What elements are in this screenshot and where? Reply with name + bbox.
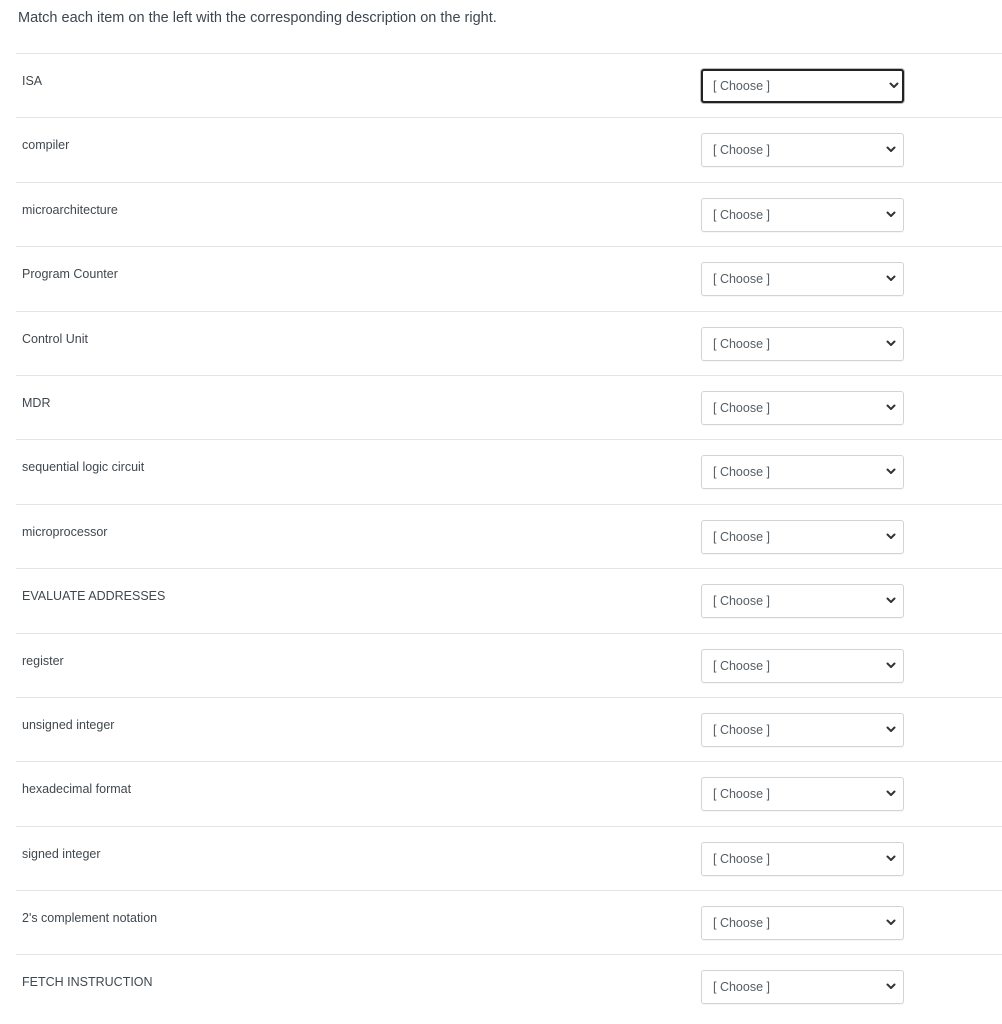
match-row: microprocessor [ Choose ]	[16, 503, 1002, 568]
select-value: [ Choose ]	[713, 594, 770, 609]
answer-select[interactable]: [ Choose ]	[701, 455, 904, 490]
select-value: [ Choose ]	[713, 658, 770, 673]
match-row: unsigned integer [ Choose ]	[16, 696, 1002, 761]
chevron-down-icon	[886, 790, 896, 797]
match-row: EVALUATE ADDRESSES [ Choose ]	[16, 568, 1002, 632]
select-value: [ Choose ]	[713, 400, 770, 415]
match-item-label: EVALUATE ADDRESSES	[22, 589, 166, 604]
question-instructions: Match each item on the left with the cor…	[18, 10, 497, 26]
select-value: [ Choose ]	[713, 79, 770, 93]
match-row: FETCH INSTRUCTION [ Choose ]	[16, 954, 1002, 1018]
match-row: Control Unit [ Choose ]	[16, 310, 1002, 375]
answer-select[interactable]: [ Choose ]	[701, 519, 904, 554]
answer-select[interactable]: [ Choose ]	[701, 712, 904, 747]
match-item-label: signed integer	[22, 846, 101, 861]
match-row: Program Counter [ Choose ]	[16, 246, 1002, 310]
match-item-label: compiler	[22, 138, 70, 153]
answer-select[interactable]: [ Choose ]	[701, 326, 904, 361]
match-item-label: sequential logic circuit	[22, 460, 145, 475]
answer-select[interactable]: [ Choose ]	[701, 906, 904, 941]
chevron-down-icon	[886, 533, 896, 539]
match-item-label: microprocessor	[22, 524, 108, 539]
chevron-down-icon	[886, 983, 896, 990]
matching-list: ISA[ Choose ] compiler[ Choose ] microarch…	[16, 53, 1002, 1019]
match-item-label: 2's complement notation	[22, 911, 158, 926]
answer-select[interactable]: [ Choose ]	[701, 970, 904, 1005]
match-item-label: Control Unit	[22, 331, 88, 346]
chevron-down-icon	[886, 726, 896, 732]
match-item-label: unsigned integer	[22, 717, 115, 732]
select-value: [ Choose ]	[713, 851, 770, 866]
answer-select[interactable]: [ Choose ]	[701, 133, 904, 168]
answer-select[interactable]: [ Choose ]	[701, 584, 904, 619]
chevron-down-icon	[886, 146, 896, 153]
match-row: MDR [ Choose ]	[16, 374, 1002, 439]
match-item-label: hexadecimal format	[22, 782, 132, 797]
answer-select[interactable]: [ Choose ]	[701, 390, 904, 425]
match-item-label: ISA	[22, 74, 43, 88]
select-value: [ Choose ]	[713, 722, 770, 737]
answer-select[interactable]: [ Choose ]	[701, 777, 904, 812]
answer-select[interactable]: [ Choose ]	[701, 262, 904, 297]
match-row: microarchitecture [ Choose ]	[16, 181, 1002, 246]
match-row: 2's complement notation [ Choose ]	[16, 890, 1002, 954]
select-value: [ Choose ]	[713, 207, 770, 222]
chevron-down-icon	[886, 404, 896, 410]
answer-select[interactable]: [ Choose ]	[701, 69, 904, 103]
select-value: [ Choose ]	[713, 916, 770, 931]
select-value: [ Choose ]	[713, 465, 770, 480]
answer-select[interactable]: [ Choose ]	[701, 197, 904, 232]
chevron-down-icon	[886, 597, 896, 604]
match-row: register [ Choose ]	[16, 632, 1002, 697]
match-row: hexadecimal format [ Choose ]	[16, 761, 1002, 825]
chevron-down-icon	[886, 468, 896, 475]
select-value: [ Choose ]	[713, 980, 770, 995]
match-row: signed integer [ Choose ]	[16, 825, 1002, 890]
chevron-down-icon	[886, 275, 896, 282]
match-row: compiler [ Choose ]	[16, 117, 1002, 181]
select-value: [ Choose ]	[713, 272, 770, 287]
match-item-label: FETCH INSTRUCTION	[22, 975, 153, 990]
chevron-down-icon	[886, 662, 896, 668]
match-item-label: Program Counter	[22, 267, 118, 282]
select-value: [ Choose ]	[713, 787, 770, 802]
match-item-label: microarchitecture	[22, 202, 118, 217]
chevron-down-icon	[886, 340, 896, 346]
match-item-label: register	[22, 653, 64, 668]
chevron-down-icon	[886, 919, 896, 926]
answer-select[interactable]: [ Choose ]	[701, 648, 904, 683]
match-row: sequential logic circuit [ Choose ]	[16, 439, 1002, 503]
select-value: [ Choose ]	[713, 143, 770, 158]
select-value: [ Choose ]	[713, 529, 770, 544]
chevron-down-icon	[889, 82, 899, 88]
match-item-label: MDR	[22, 395, 51, 410]
chevron-down-icon	[886, 855, 896, 861]
match-row: ISA [ Choose ]	[16, 53, 1002, 117]
answer-select[interactable]: [ Choose ]	[701, 841, 904, 876]
select-value: [ Choose ]	[713, 336, 770, 351]
chevron-down-icon	[886, 211, 896, 217]
